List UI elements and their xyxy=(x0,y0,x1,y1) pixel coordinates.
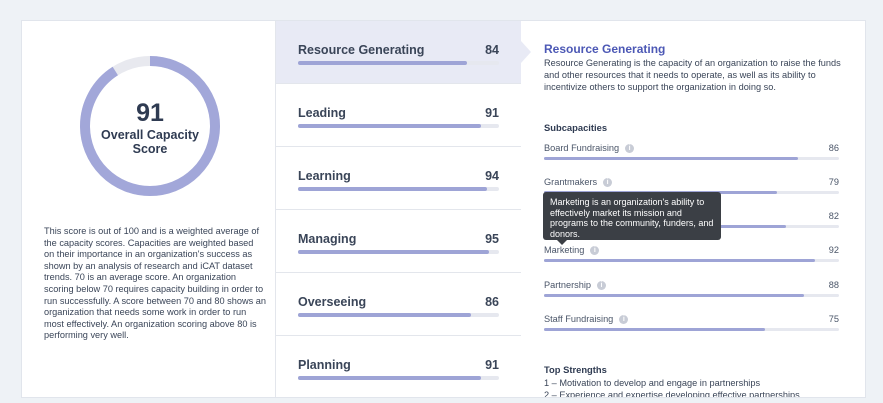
subcapacities-heading: Subcapacities xyxy=(544,122,608,133)
subcapacity-score: 92 xyxy=(828,245,839,255)
subcapacity-name[interactable]: Marketing i xyxy=(544,245,600,256)
info-icon[interactable]: i xyxy=(619,315,629,325)
subcapacity-row: Staff Fundraising i 75 xyxy=(544,314,839,342)
capacity-bar-fill xyxy=(298,124,481,128)
subcapacity-bar-track xyxy=(544,259,839,262)
capacity-score: 91 xyxy=(485,106,499,120)
capacity-bar-track xyxy=(298,376,499,380)
capacity-name: Learning xyxy=(298,169,351,183)
capacity-bar-fill xyxy=(298,313,471,317)
capacity-score: 91 xyxy=(485,358,499,372)
subcapacity-row: Marketing i 92 xyxy=(544,245,839,273)
subcapacity-name[interactable]: Board Fundraising i xyxy=(544,143,635,154)
tooltip-caret xyxy=(557,240,567,245)
info-icon[interactable]: i xyxy=(603,178,613,188)
overall-score-description: This score is out of 100 and is a weight… xyxy=(44,226,266,341)
capacity-bar-track xyxy=(298,61,499,65)
capacity-name: Resource Generating xyxy=(298,43,425,57)
subcapacity-row: Partnership i 88 xyxy=(544,280,839,308)
capacity-item-leading[interactable]: Leading 91 xyxy=(276,84,521,147)
capacity-bar-fill xyxy=(298,187,487,191)
capacity-score: 86 xyxy=(485,295,499,309)
overall-score-label: Overall Capacity Score xyxy=(101,128,199,156)
capacity-name: Managing xyxy=(298,232,357,246)
capacity-item-managing[interactable]: Managing 95 xyxy=(276,210,521,273)
capacity-bar-track xyxy=(298,250,499,254)
subcapacity-score: 79 xyxy=(828,177,839,187)
subcapacity-score: 82 xyxy=(828,211,839,221)
capacity-score: 84 xyxy=(485,43,499,57)
subcapacity-bar-fill xyxy=(544,157,798,160)
subcapacity-bar-track xyxy=(544,328,839,331)
subcapacity-name[interactable]: Grantmakers i xyxy=(544,177,613,188)
strength-item: 1 – Motivation to develop and engage in … xyxy=(544,378,761,388)
capacity-bar-fill xyxy=(298,376,481,380)
info-icon[interactable]: i xyxy=(625,144,635,154)
overall-score-value: 91 xyxy=(136,99,164,127)
capacity-score: 94 xyxy=(485,169,499,183)
subcapacity-row: Board Fundraising i 86 xyxy=(544,143,839,171)
capacity-item-overseeing[interactable]: Overseeing 86 xyxy=(276,273,521,336)
subcapacity-bar-fill xyxy=(544,328,766,331)
detail-title: Resource Generating xyxy=(544,42,666,56)
info-icon[interactable]: i xyxy=(596,281,606,291)
subcapacity-score: 86 xyxy=(828,143,839,153)
capacity-score: 95 xyxy=(485,232,499,246)
top-strengths-heading: Top Strengths xyxy=(544,364,607,375)
capacity-bar-track xyxy=(298,124,499,128)
subcapacity-bar-track xyxy=(544,294,839,297)
detail-description: Resource Generating is the capacity of a… xyxy=(544,58,841,92)
capacity-item-learning[interactable]: Learning 94 xyxy=(276,147,521,210)
subcapacity-bar-fill xyxy=(544,259,816,262)
capacity-name: Planning xyxy=(298,358,351,372)
capacity-item-planning[interactable]: Planning 91 xyxy=(276,336,521,397)
marketing-tooltip: Marketing is an organization's ability t… xyxy=(543,192,721,245)
info-icon[interactable]: i xyxy=(590,246,600,256)
capacity-bar-fill xyxy=(298,61,467,65)
capacity-list: Resource Generating 84 Leading 91 Learning 94… xyxy=(276,21,531,397)
capacity-item-resource-generating[interactable]: Resource Generating 84 xyxy=(276,21,531,84)
capacity-name: Overseeing xyxy=(298,295,367,309)
capacity-report-card: 91 Overall Capacity Score This score is … xyxy=(21,20,866,398)
subcapacity-name[interactable]: Partnership i xyxy=(544,280,606,291)
subcapacity-bar-fill xyxy=(544,294,804,297)
capacity-bar-track xyxy=(298,187,499,191)
capacity-name: Leading xyxy=(298,106,346,120)
subcapacity-bar-track xyxy=(544,157,839,160)
subcapacity-score: 88 xyxy=(828,280,839,290)
capacity-bar-fill xyxy=(298,250,489,254)
tooltip-text: Marketing is an organization's ability t… xyxy=(550,197,714,239)
overall-score-panel: 91 Overall Capacity Score This score is … xyxy=(22,21,276,397)
strength-item: 2 – Experience and expertise developing … xyxy=(544,390,800,398)
capacity-bar-track xyxy=(298,313,499,317)
subcapacity-score: 75 xyxy=(828,314,839,324)
subcapacity-name[interactable]: Staff Fundraising i xyxy=(544,314,629,325)
capacity-detail-panel: Resource Generating Resource Generating … xyxy=(522,21,865,398)
